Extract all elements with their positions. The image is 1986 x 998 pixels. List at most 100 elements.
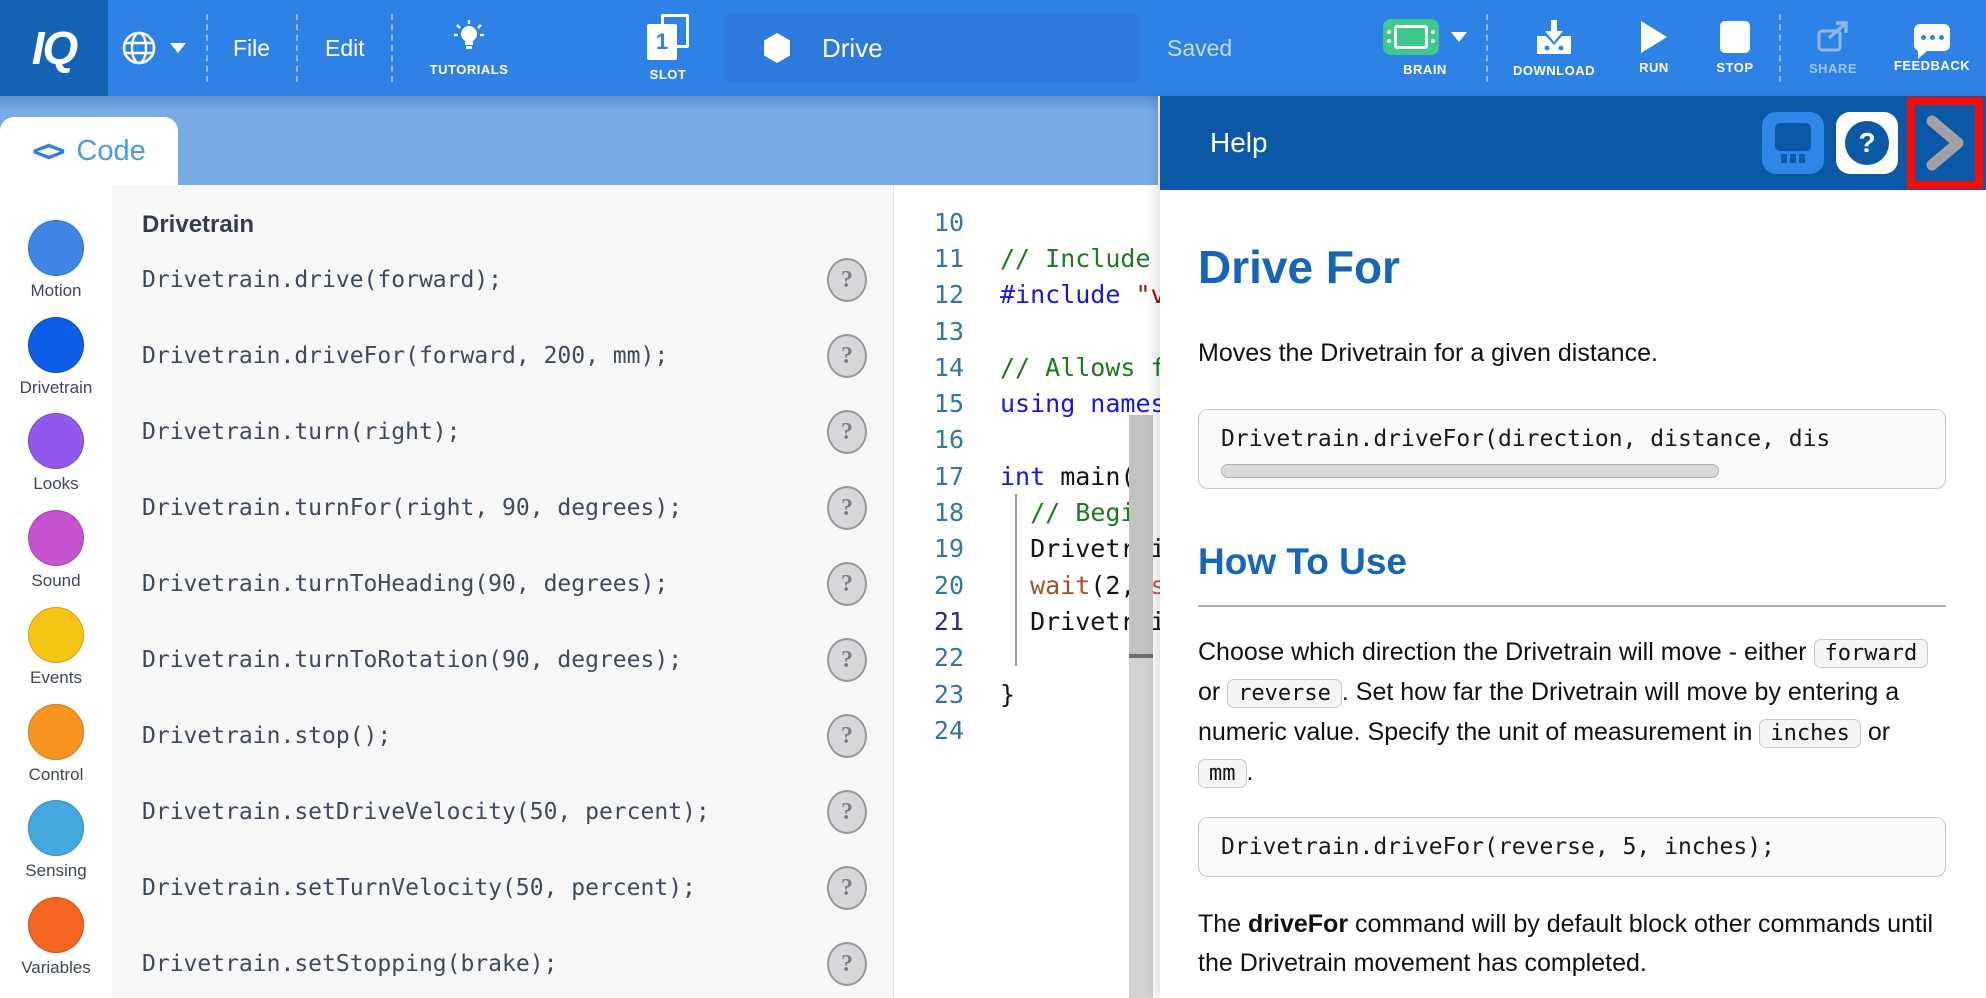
command-text: Drivetrain.turnFor(right, 90, degrees); [142,495,682,521]
lightbulb-icon [452,19,486,55]
sidebar-category-control[interactable]: Control [0,704,112,785]
command-row[interactable]: Drivetrain.turn(right);? [112,394,893,470]
category-circle-icon [28,607,84,663]
line-number: 12 [894,280,964,309]
download-icon [1533,18,1575,56]
sidebar-category-drivetrain[interactable]: Drivetrain [0,317,112,398]
help-panel-title: Help [1210,127,1268,159]
tutorials-button[interactable]: TUTORIALS [404,0,534,96]
menu-file[interactable]: File [233,0,270,96]
line-code: } [1000,680,1015,709]
help-heading: Drive For [1198,240,1946,294]
editor-line: 16 [894,422,1160,458]
command-help-button[interactable]: ? [827,410,867,454]
command-help-button[interactable]: ? [827,638,867,682]
sidebar-category-events[interactable]: Events [0,607,112,688]
project-name: Drive [822,33,883,64]
usage-paragraph: Choose which direction the Drivetrain wi… [1198,633,1946,793]
sidebar-category-sound[interactable]: Sound [0,510,112,591]
sidebar-category-sensing[interactable]: Sensing [0,800,112,881]
line-number: 18 [894,498,964,527]
command-row[interactable]: Drivetrain.turnToHeading(90, degrees);? [112,546,893,622]
help-question-icon: ? [1845,121,1889,165]
command-help-button[interactable]: ? [827,562,867,606]
command-row[interactable]: Drivetrain.stop();? [112,698,893,774]
editor-line: 24 [894,712,1160,748]
command-row[interactable]: Drivetrain.setStopping(brake);? [112,926,893,998]
language-menu[interactable] [120,0,186,96]
slot-icon: 1 [647,14,689,60]
download-button[interactable]: DOWNLOAD [1496,0,1612,96]
command-help-button[interactable]: ? [827,942,867,986]
editor-vertical-scrollbar[interactable] [1129,415,1153,998]
category-sidebar: Motion Drivetrain Looks Sound Events Control S… [0,185,112,998]
help-panel: Help ? [1160,96,1986,998]
command-help-button[interactable]: ? [827,258,867,302]
sidebar-category-variables[interactable]: Variables [0,897,112,978]
command-row[interactable]: Drivetrain.setDriveVelocity(50, percent)… [112,774,893,850]
line-number: 23 [894,680,964,709]
feedback-icon [1914,24,1950,51]
editor-line: 22 [894,640,1160,676]
command-row[interactable]: Drivetrain.turnFor(right, 90, degrees);? [112,470,893,546]
line-number: 19 [894,534,964,563]
example-codebox: Drivetrain.driveFor(reverse, 5, inches); [1198,817,1946,877]
command-row[interactable]: Drivetrain.setTurnVelocity(50, percent);… [112,850,893,926]
run-button[interactable]: RUN [1616,0,1692,96]
code-angles-icon: <> [32,134,62,169]
command-help-button[interactable]: ? [827,334,867,378]
slot-button[interactable]: 1 SLOT [628,0,708,96]
line-code: // Allows f [1000,353,1160,382]
menu-edit[interactable]: Edit [325,0,365,96]
category-label: Variables [21,958,91,978]
top-toolbar: IQ File Edit [0,0,1986,96]
stop-button[interactable]: STOP [1697,0,1773,96]
command-help-button[interactable]: ? [827,714,867,758]
help-brain-filter-button[interactable] [1762,112,1824,174]
project-name-box[interactable]: Drive [724,13,1140,83]
hexagon-icon [764,33,790,63]
command-row[interactable]: Drivetrain.driveFor(forward, 200, mm);? [112,318,893,394]
signature-code: Drivetrain.driveFor(direction, distance,… [1221,426,1923,452]
command-row[interactable]: Drivetrain.drive(forward);? [112,242,893,318]
editor-line: 10 [894,204,1160,240]
line-number: 24 [894,716,964,745]
editor-line: 21 Drivetrai [894,603,1160,639]
category-circle-icon [28,220,84,276]
editor-line: 17int main() { [894,458,1160,494]
share-button[interactable]: SHARE [1790,0,1876,96]
command-help-button[interactable]: ? [827,486,867,530]
code-editor[interactable]: 1011// Include t12#include "v1314// Allo… [893,185,1160,998]
play-icon [1641,21,1667,53]
command-text: Drivetrain.turnToHeading(90, degrees); [142,571,668,597]
chevron-right-icon [1922,115,1968,171]
codebox-horizontal-scrollbar[interactable] [1221,464,1923,478]
editor-line: 12#include "v [894,277,1160,313]
command-help-button[interactable]: ? [827,790,867,834]
category-circle-icon [28,704,84,760]
category-circle-icon [28,413,84,469]
command-help-button[interactable]: ? [827,866,867,910]
editor-line: 23} [894,676,1160,712]
line-number: 21 [894,607,964,636]
category-label: Control [29,765,84,785]
sidebar-category-motion[interactable]: Motion [0,220,112,301]
feedback-button[interactable]: FEEDBACK [1880,0,1984,96]
section-divider [1198,605,1946,607]
scrollbar-thumb[interactable] [1129,415,1153,658]
slot-number: 1 [647,24,677,60]
line-number: 13 [894,317,964,346]
collapse-panel-highlight[interactable] [1907,97,1983,189]
category-label: Drivetrain [20,378,93,398]
scrollbar-thumb[interactable] [1221,464,1719,478]
tab-code[interactable]: <> Code [0,117,178,185]
command-row[interactable]: Drivetrain.turnToRotation(90, degrees);? [112,622,893,698]
slot-label: SLOT [650,67,687,82]
share-label: SHARE [1809,61,1857,76]
sidebar-category-looks[interactable]: Looks [0,413,112,494]
category-circle-icon [28,800,84,856]
help-question-button[interactable]: ? [1836,112,1898,174]
editor-line: 19 Drivetrai [894,531,1160,567]
stop-label: STOP [1716,60,1753,75]
brain-button[interactable]: BRAIN [1370,0,1480,96]
